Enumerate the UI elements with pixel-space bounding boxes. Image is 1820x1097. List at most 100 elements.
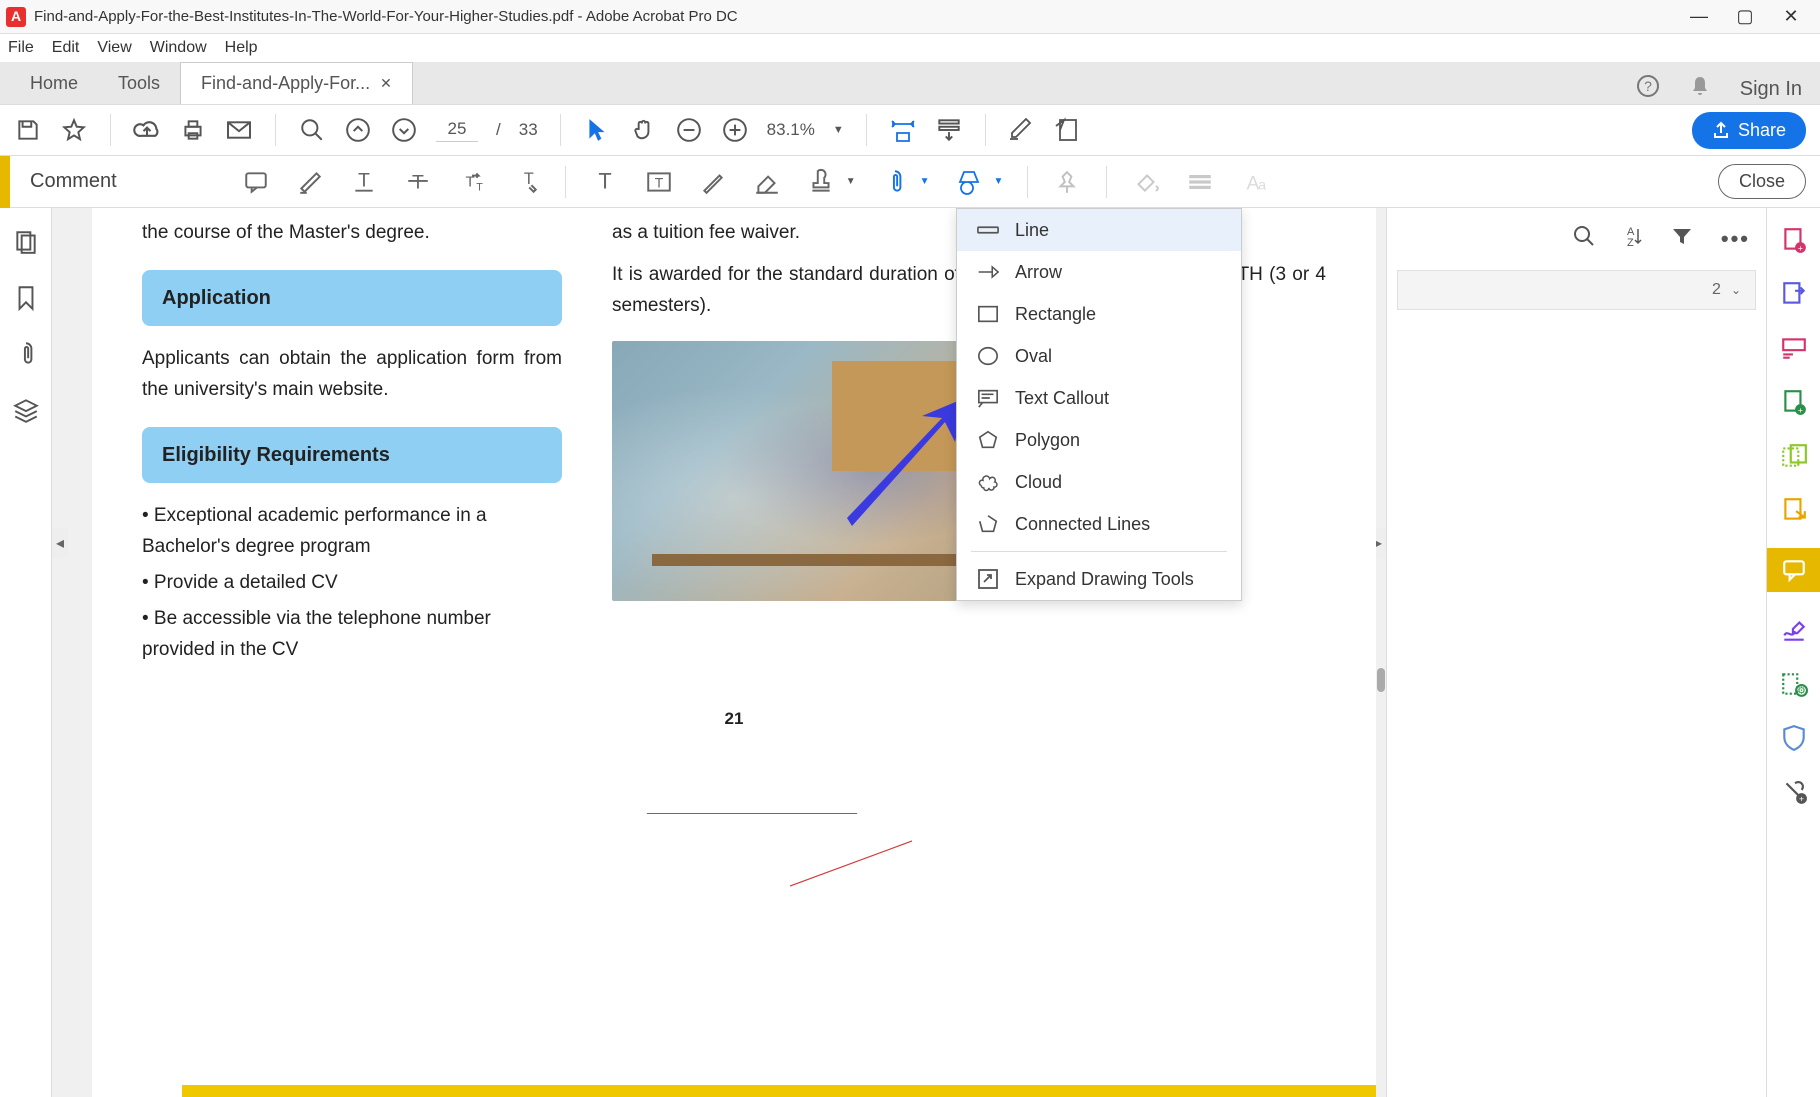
drawing-shapes-icon[interactable] [954,167,984,197]
attach-file-icon[interactable] [880,167,910,197]
menu-item-label: Cloud [1015,472,1062,493]
menu-edit[interactable]: Edit [52,39,80,57]
scrollbar-thumb[interactable] [1377,668,1385,692]
stamp-dropdown-icon[interactable]: ▼ [846,176,856,187]
highlight-icon[interactable] [295,167,325,197]
menu-file[interactable]: File [8,39,34,57]
page-view[interactable]: ◂ ▸ the course of the Master's degree. A… [52,208,1386,1097]
tab-tools[interactable]: Tools [98,63,180,104]
notifications-icon[interactable] [1688,74,1712,104]
search-zoom-icon[interactable] [298,116,326,144]
menu-item-text-callout[interactable]: Text Callout [957,377,1241,419]
svg-text:+: + [1797,243,1802,253]
tab-close-icon[interactable]: ✕ [380,75,392,92]
text-box-icon[interactable]: T [644,167,674,197]
bookmarks-icon[interactable] [12,284,40,312]
left-nav-rail [0,208,52,1097]
comments-more-icon[interactable]: ••• [1721,226,1750,252]
draw-freehand-icon[interactable] [698,167,728,197]
scroll-mode-icon[interactable] [935,116,963,144]
annotation-line[interactable] [647,813,857,814]
close-window-button[interactable]: ✕ [1768,0,1814,34]
zoom-in-icon[interactable] [721,116,749,144]
zoom-out-icon[interactable] [675,116,703,144]
arrow-shape-icon [977,261,999,283]
svg-text:⚙: ⚙ [1797,686,1806,697]
menu-view[interactable]: View [97,39,131,57]
fill-color-icon[interactable] [1131,167,1161,197]
strikethrough-icon[interactable]: T [403,167,433,197]
menu-item-rectangle[interactable]: Rectangle [957,293,1241,335]
selection-cursor-icon[interactable] [583,116,611,144]
comments-filter-icon[interactable] [1671,226,1693,252]
fit-width-icon[interactable] [889,116,917,144]
fill-sign-icon[interactable] [1778,614,1810,646]
edit-pdf-icon[interactable] [1778,332,1810,364]
cloud-upload-icon[interactable] [133,116,161,144]
layers-icon[interactable] [12,396,40,424]
menu-item-arrow[interactable]: Arrow [957,251,1241,293]
tab-home[interactable]: Home [10,63,98,104]
add-text-icon[interactable]: T [590,167,620,197]
annotation-line[interactable] [790,836,912,896]
line-style-icon[interactable] [1185,167,1215,197]
page-up-icon[interactable] [344,116,372,144]
comment-tool-icon[interactable] [1767,548,1820,592]
attach-dropdown-icon[interactable]: ▼ [920,176,930,187]
email-icon[interactable] [225,116,253,144]
menu-item-expand[interactable]: Expand Drawing Tools [957,558,1241,600]
insert-text-icon[interactable]: T [511,167,541,197]
menu-item-cloud[interactable]: Cloud [957,461,1241,503]
star-icon[interactable] [60,116,88,144]
organize-pdf-icon[interactable]: + [1778,386,1810,418]
comments-count-row[interactable]: 2 ⌄ [1397,270,1756,310]
help-icon[interactable]: ? [1636,74,1660,104]
doc-bullet: • Be accessible via the telephone number… [142,604,562,665]
thumbnails-icon[interactable] [12,228,40,256]
comments-search-icon[interactable] [1573,225,1595,253]
menu-window[interactable]: Window [150,39,207,57]
menu-item-connected-lines[interactable]: Connected Lines [957,503,1241,545]
tab-document[interactable]: Find-and-Apply-For... ✕ [180,62,413,104]
share-label: Share [1738,120,1786,141]
create-pdf-icon[interactable]: + [1778,224,1810,256]
attachments-icon[interactable] [12,340,40,368]
zoom-dropdown-icon[interactable]: ▼ [833,124,844,136]
export-pdf-icon[interactable] [1778,278,1810,310]
menu-help[interactable]: Help [225,39,258,57]
shapes-dropdown-icon[interactable]: ▼ [994,176,1004,187]
minimize-button[interactable]: — [1676,0,1722,34]
more-tools-icon[interactable]: + [1778,776,1810,808]
edit-pen-icon[interactable] [1008,116,1036,144]
menu-item-polygon[interactable]: Polygon [957,419,1241,461]
redact-icon[interactable]: ⚙ [1778,668,1810,700]
page-number-input[interactable] [436,119,478,142]
print-icon[interactable] [179,116,207,144]
comments-sort-icon[interactable]: AZ [1623,225,1643,253]
erase-icon[interactable] [752,167,782,197]
underline-icon[interactable]: T [349,167,379,197]
stamp-icon[interactable] [806,167,836,197]
pin-icon[interactable] [1052,167,1082,197]
sticky-note-icon[interactable] [241,167,271,197]
page-footer-bar [182,1085,1376,1097]
replace-text-icon[interactable]: TT [457,167,487,197]
sign-document-icon[interactable] [1054,116,1082,144]
send-for-comments-icon[interactable] [1778,494,1810,526]
save-icon[interactable] [14,116,42,144]
menu-item-oval[interactable]: Oval [957,335,1241,377]
combine-files-icon[interactable] [1778,440,1810,472]
line-shape-icon [977,219,999,241]
share-button[interactable]: Share [1692,112,1806,149]
menu-item-line[interactable]: Line [957,209,1241,251]
hand-pan-icon[interactable] [629,116,657,144]
collapse-left-panel[interactable]: ◂ [52,528,68,558]
comments-panel: AZ ••• 2 ⌄ [1386,208,1766,1097]
maximize-button[interactable]: ▢ [1722,0,1768,34]
protect-icon[interactable] [1778,722,1810,754]
sign-in-button[interactable]: Sign In [1740,78,1802,101]
page-down-icon[interactable] [390,116,418,144]
close-comment-button[interactable]: Close [1718,164,1806,199]
zoom-value[interactable]: 83.1% [767,120,815,140]
text-style-icon[interactable]: Aa [1239,167,1269,197]
